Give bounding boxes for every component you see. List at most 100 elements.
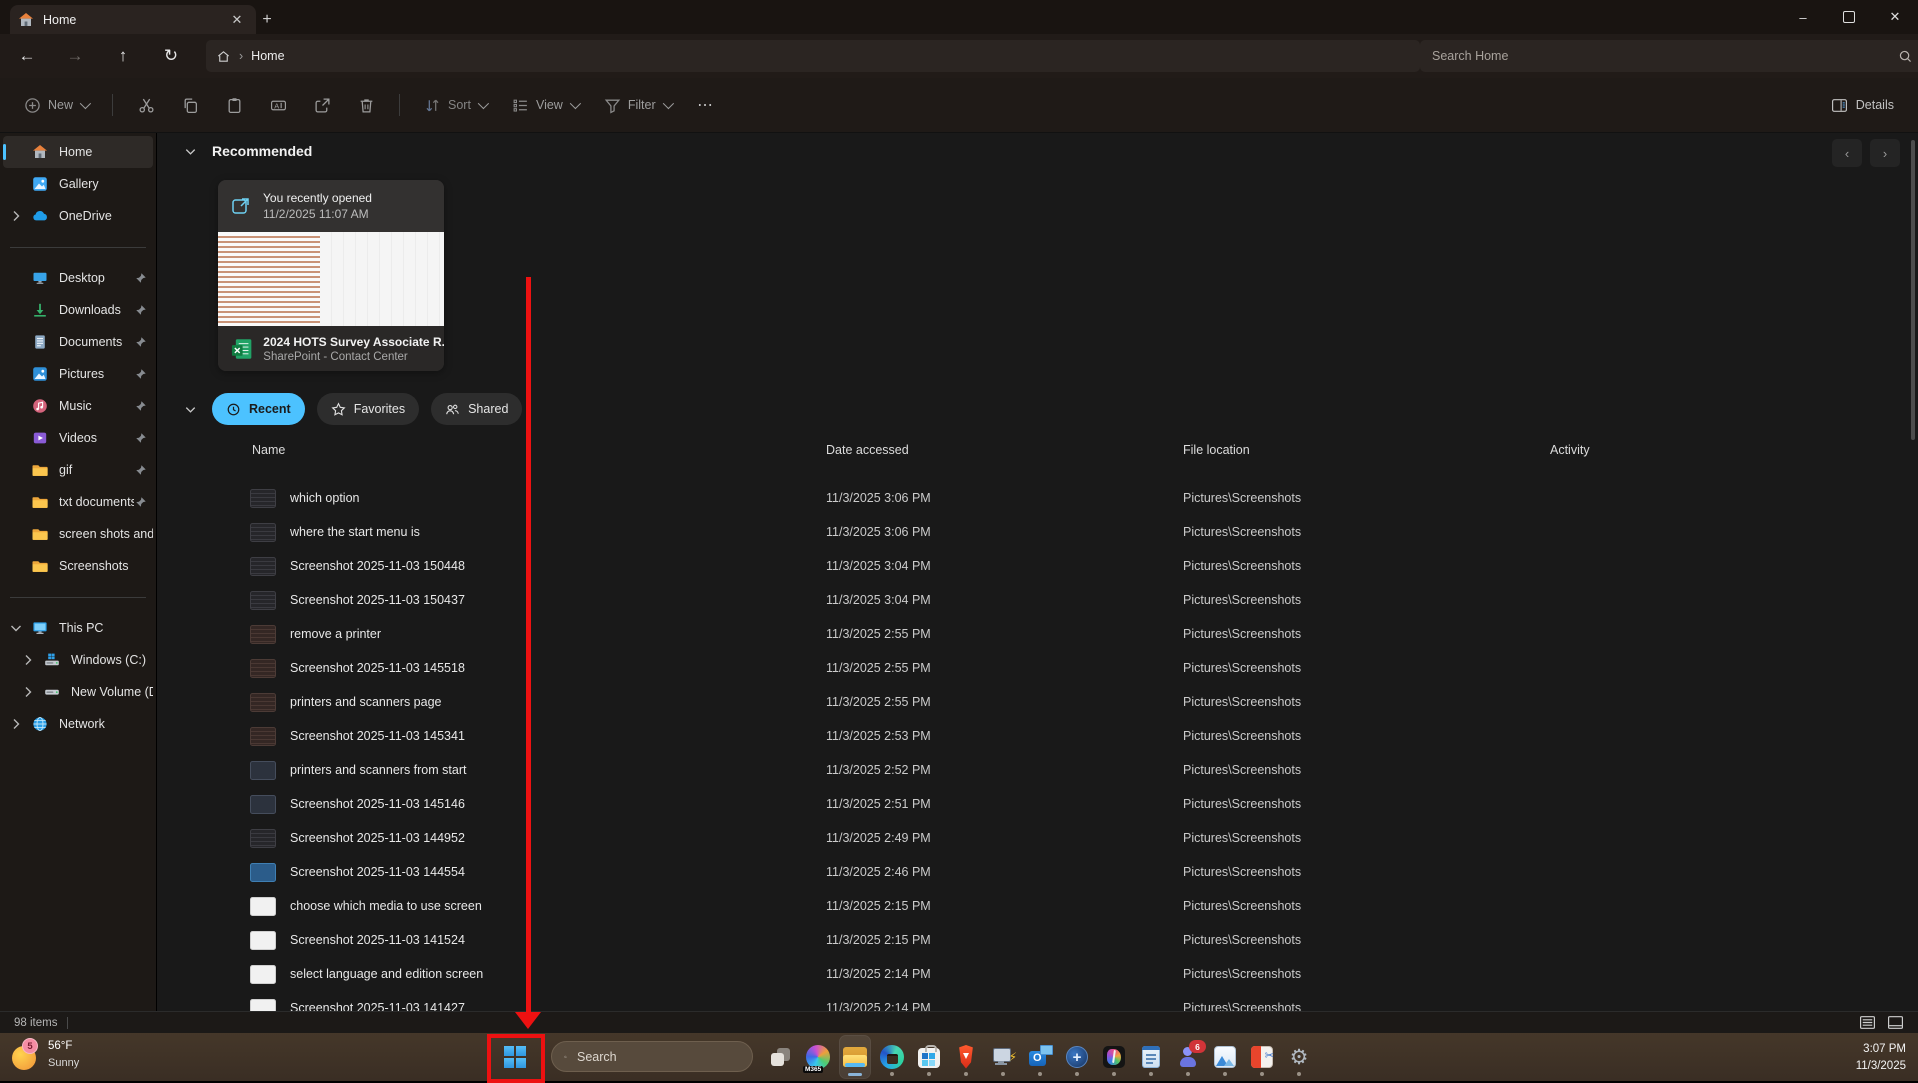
close-button[interactable]: ✕ (1872, 0, 1918, 34)
recommended-next-button[interactable]: › (1870, 139, 1900, 167)
running-app-indicator (890, 1072, 894, 1076)
file-row[interactable]: choose which media to use screen11/3/202… (158, 890, 1918, 924)
sidebar-item-network[interactable]: Network (3, 708, 153, 740)
sidebar-item-screen-shots-and-pi[interactable]: screen shots and pi (3, 518, 153, 550)
taskbar-icon-brave[interactable] (951, 1036, 981, 1078)
sidebar-item-downloads[interactable]: Downloads (3, 294, 153, 326)
filter-button[interactable]: Filter (594, 88, 681, 122)
thumbnail-view-toggle-icon[interactable] (1887, 1014, 1904, 1031)
more-options-button[interactable]: ⋯ (687, 88, 725, 122)
recommended-file-card[interactable]: You recently opened 11/2/2025 11:07 AM 2… (218, 180, 444, 371)
file-row[interactable]: printers and scanners page11/3/2025 2:55… (158, 686, 1918, 720)
file-row[interactable]: Screenshot 2025-11-03 14152411/3/2025 2:… (158, 924, 1918, 958)
recommended-collapse-chevron-icon[interactable] (183, 144, 198, 159)
sidebar-item-music[interactable]: Music (3, 390, 153, 422)
column-header-name[interactable]: Name (252, 443, 285, 457)
column-header-activity[interactable]: Activity (1550, 443, 1590, 457)
file-row[interactable]: printers and scanners from start11/3/202… (158, 754, 1918, 788)
recommended-prev-button[interactable]: ‹ (1832, 139, 1862, 167)
start-button[interactable] (489, 1035, 541, 1079)
new-tab-button[interactable]: + (254, 8, 280, 32)
tab-recent[interactable]: Recent (212, 393, 305, 425)
view-button[interactable]: View (502, 88, 588, 122)
cut-button[interactable] (127, 88, 165, 122)
details-pane-button[interactable]: Details (1821, 88, 1904, 122)
explorer-tab-home[interactable]: Home ✕ (10, 5, 256, 34)
file-row[interactable]: Screenshot 2025-11-03 14534111/3/2025 2:… (158, 720, 1918, 754)
sidebar-item-windows-c-[interactable]: Windows (C:) (3, 644, 153, 676)
minimize-button[interactable]: – (1780, 0, 1826, 34)
details-view-toggle-icon[interactable] (1859, 1014, 1876, 1031)
forward-button[interactable]: → (58, 40, 92, 72)
copy-button[interactable] (171, 88, 209, 122)
taskbar-icon-notepad[interactable] (1136, 1036, 1166, 1078)
taskbar-icon-remote-desktop[interactable]: ⚡ (988, 1036, 1018, 1078)
tab-favorites[interactable]: Favorites (317, 393, 419, 425)
sidebar-item-gallery[interactable]: Gallery (3, 168, 153, 200)
sidebar-item-gif[interactable]: gif (3, 454, 153, 486)
taskbar-clock[interactable]: 3:07 PM 11/3/2025 (1856, 1041, 1906, 1074)
status-divider (67, 1017, 68, 1029)
taskbar-search-input[interactable] (575, 1049, 740, 1065)
vertical-scrollbar[interactable] (1911, 140, 1915, 440)
maximize-button[interactable] (1826, 0, 1872, 34)
taskbar-icon-edge-work[interactable] (877, 1036, 907, 1078)
rename-button[interactable]: A (259, 88, 297, 122)
paste-button[interactable] (215, 88, 253, 122)
file-row[interactable]: Screenshot 2025-11-03 14142711/3/2025 2:… (158, 992, 1918, 1011)
taskbar-icon-photos[interactable] (1210, 1036, 1240, 1078)
chevron-right-icon[interactable] (15, 652, 41, 668)
sidebar-item-home[interactable]: Home (3, 136, 153, 168)
taskbar-search[interactable] (551, 1041, 753, 1072)
file-row[interactable]: Screenshot 2025-11-03 14455411/3/2025 2:… (158, 856, 1918, 890)
chevron-right-icon[interactable] (15, 684, 41, 700)
chevron-down-icon[interactable] (3, 620, 29, 636)
sidebar-item-this-pc[interactable]: This PC (3, 612, 153, 644)
recent-collapse-chevron-icon[interactable] (183, 402, 198, 417)
file-row[interactable]: Screenshot 2025-11-03 14551811/3/2025 2:… (158, 652, 1918, 686)
up-button[interactable]: ↑ (106, 40, 140, 72)
taskbar-icon-task-view[interactable] (766, 1036, 796, 1078)
sidebar-item-txt-documents[interactable]: txt documents (3, 486, 153, 518)
chevron-right-icon[interactable] (3, 208, 29, 224)
file-row[interactable]: where the start menu is11/3/2025 3:06 PM… (158, 516, 1918, 550)
search-box[interactable] (1420, 40, 1918, 72)
sidebar-item-videos[interactable]: Videos (3, 422, 153, 454)
sidebar-item-pictures[interactable]: Pictures (3, 358, 153, 390)
file-row[interactable]: Screenshot 2025-11-03 15044811/3/2025 3:… (158, 550, 1918, 584)
file-row[interactable]: Screenshot 2025-11-03 15043711/3/2025 3:… (158, 584, 1918, 618)
taskbar-icon-blue-plus-app[interactable]: + (1062, 1036, 1092, 1078)
refresh-button[interactable]: ↻ (154, 40, 188, 72)
sidebar-item-screenshots[interactable]: Screenshots (3, 550, 153, 582)
sort-button[interactable]: Sort (414, 88, 496, 122)
tab-close-icon[interactable]: ✕ (226, 9, 248, 31)
taskbar-icon-copilot-m365[interactable]: M365 (803, 1036, 833, 1078)
taskbar-icon-snipping-tool[interactable]: ✂ (1247, 1036, 1277, 1078)
file-row[interactable]: select language and edition screen11/3/2… (158, 958, 1918, 992)
delete-button[interactable] (347, 88, 385, 122)
address-bar[interactable]: › Home (206, 40, 1420, 72)
share-button[interactable] (303, 88, 341, 122)
weather-widget[interactable]: 5 56°F Sunny (10, 1038, 79, 1072)
file-row[interactable]: which option11/3/2025 3:06 PMPictures\Sc… (158, 482, 1918, 516)
taskbar-icon-microsoft-store[interactable] (914, 1036, 944, 1078)
taskbar-icon-outlook[interactable]: O (1025, 1036, 1055, 1078)
new-button[interactable]: New (14, 88, 98, 122)
sidebar-item-onedrive[interactable]: OneDrive (3, 200, 153, 232)
file-row[interactable]: Screenshot 2025-11-03 14495211/3/2025 2:… (158, 822, 1918, 856)
taskbar-icon-file-explorer[interactable] (840, 1036, 870, 1078)
file-row[interactable]: Screenshot 2025-11-03 14514611/3/2025 2:… (158, 788, 1918, 822)
tab-shared[interactable]: Shared (431, 393, 522, 425)
back-button[interactable]: ← (10, 40, 44, 72)
sidebar-item-new-volume-d-[interactable]: New Volume (D:) (3, 676, 153, 708)
chevron-right-icon[interactable] (3, 716, 29, 732)
search-input[interactable] (1430, 48, 1898, 64)
file-row[interactable]: remove a printer11/3/2025 2:55 PMPicture… (158, 618, 1918, 652)
column-header-date-accessed[interactable]: Date accessed (826, 443, 909, 457)
column-header-file-location[interactable]: File location (1183, 443, 1250, 457)
taskbar-icon-teams[interactable]: 6 (1173, 1036, 1203, 1078)
taskbar-icon-designer[interactable] (1099, 1036, 1129, 1078)
taskbar-icon-settings[interactable]: ⚙ (1284, 1036, 1314, 1078)
sidebar-item-documents[interactable]: Documents (3, 326, 153, 358)
sidebar-item-desktop[interactable]: Desktop (3, 262, 153, 294)
